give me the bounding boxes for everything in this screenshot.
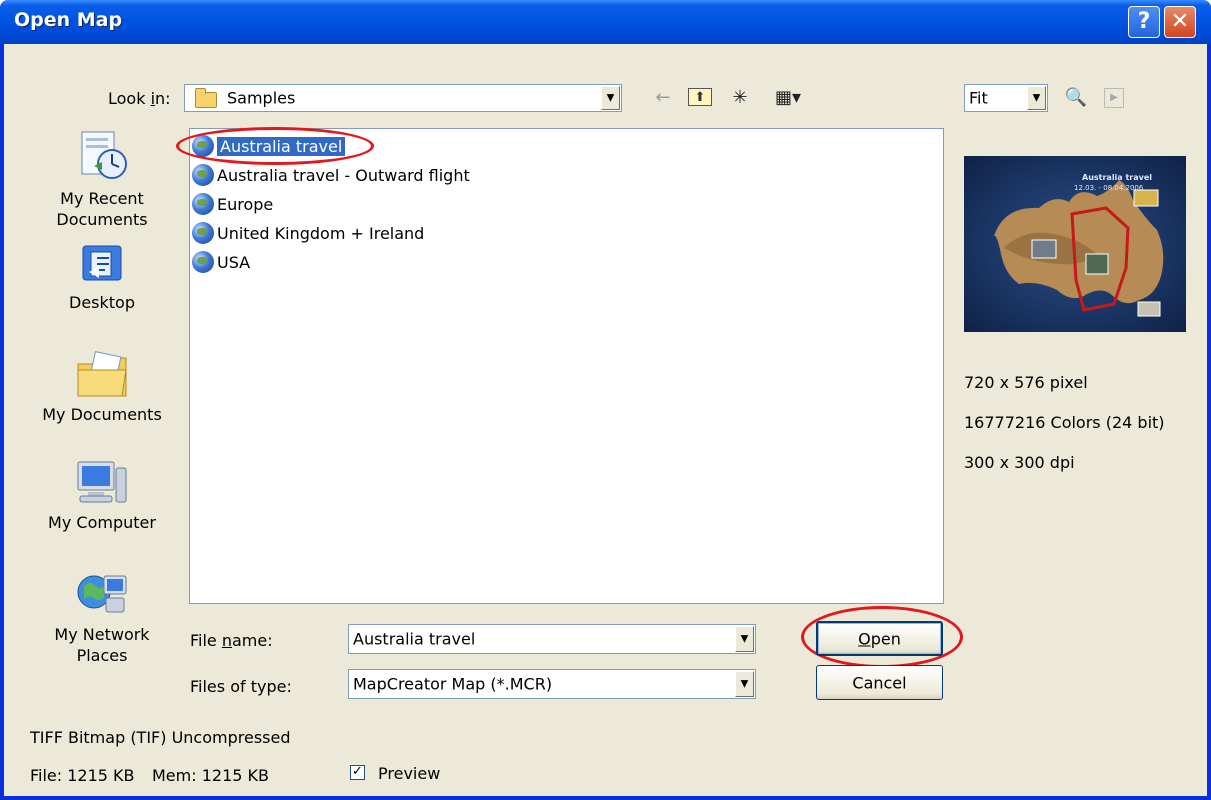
memory-size-status: Mem: 1215 KB	[152, 766, 269, 785]
place-recent-documents[interactable]: My Recent Documents	[32, 128, 172, 230]
file-name: USA	[217, 253, 251, 272]
chevron-down-icon: ▼	[1032, 92, 1041, 104]
place-my-computer[interactable]: My Computer	[32, 458, 172, 533]
place-network-places[interactable]: My Network Places	[32, 568, 172, 666]
file-name: Australia travel - Outward flight	[217, 166, 470, 185]
file-name-label: File name:	[190, 631, 273, 650]
image-colors: 16777216 Colors (24 bit)	[964, 413, 1165, 432]
preview-checkbox[interactable]: ✓	[350, 765, 365, 780]
look-in-value: Samples	[227, 88, 296, 108]
map-globe-icon	[192, 193, 214, 215]
desktop-icon	[82, 245, 122, 281]
title-bar[interactable]: Open Map ? ✕	[0, 0, 1211, 44]
list-item[interactable]: Europe	[192, 192, 273, 218]
inspect-preview-icon[interactable]: 🔍	[1062, 86, 1090, 110]
recent-documents-icon	[81, 131, 127, 179]
file-name: United Kingdom + Ireland	[217, 224, 425, 243]
folder-icon	[195, 88, 217, 108]
preview-checkbox-label[interactable]: Preview	[378, 764, 440, 783]
image-dpi: 300 x 300 dpi	[964, 453, 1075, 472]
map-globe-icon	[192, 251, 214, 273]
highlight-ellipse	[176, 127, 374, 165]
file-type-dropdown[interactable]: MapCreator Map (*.MCR) ▼	[348, 669, 756, 699]
file-name-dropdown-arrow[interactable]: ▼	[735, 626, 754, 652]
chevron-down-icon: ▼	[740, 678, 749, 690]
map-globe-icon	[192, 222, 214, 244]
preview-map-title: Australia travel	[1082, 173, 1152, 182]
file-name-value: Australia travel	[353, 629, 476, 649]
list-item[interactable]: Australia travel - Outward flight	[192, 163, 470, 189]
preview-map-dates: 12.03. - 08.04.2006	[1074, 184, 1144, 192]
chevron-down-icon: ▼	[606, 92, 615, 104]
file-list[interactable]: Australia travel Australia travel - Outw…	[189, 128, 944, 604]
file-type-label: Files of type:	[190, 677, 292, 696]
place-my-documents[interactable]: My Documents	[32, 348, 172, 425]
my-documents-icon	[77, 351, 127, 397]
chevron-down-icon: ▼	[740, 633, 749, 645]
file-name-input[interactable]: Australia travel ▼	[348, 624, 756, 654]
my-computer-icon	[77, 461, 127, 503]
cancel-button[interactable]: Cancel	[816, 665, 943, 700]
place-label: My Recent Documents	[56, 189, 148, 229]
map-preview-image: Australia travel 12.03. - 08.04.2006	[964, 156, 1186, 332]
place-label: My Network Places	[54, 625, 150, 665]
zoom-value: Fit	[969, 88, 988, 108]
open-button[interactable]: Open	[816, 621, 943, 656]
australia-map-thumbnail: Australia travel 12.03. - 08.04.2006	[964, 156, 1186, 332]
up-folder-icon[interactable]: ⬆	[688, 88, 712, 106]
close-button[interactable]: ✕	[1164, 6, 1196, 38]
zoom-dropdown[interactable]: Fit ▼	[964, 84, 1048, 112]
play-icon[interactable]: ▶	[1104, 88, 1124, 108]
file-size-status: File: 1215 KB	[30, 766, 135, 785]
open-map-dialog: Open Map ? ✕ Look in: Samples ▼ ← ⬆ ✳ ▦▾…	[0, 0, 1211, 800]
file-format-status: TIFF Bitmap (TIF) Uncompressed	[30, 728, 291, 747]
place-label: My Documents	[42, 405, 162, 424]
list-item[interactable]: USA	[192, 250, 250, 276]
window-title: Open Map	[14, 9, 123, 31]
file-type-dropdown-arrow[interactable]: ▼	[735, 671, 754, 697]
look-in-dropdown[interactable]: Samples ▼	[184, 84, 622, 112]
look-in-label: Look in:	[108, 89, 171, 108]
place-label: Desktop	[69, 293, 135, 312]
image-dimensions: 720 x 576 pixel	[964, 373, 1088, 392]
help-button[interactable]: ?	[1128, 6, 1160, 38]
network-places-icon	[77, 575, 127, 613]
map-globe-icon	[192, 164, 214, 186]
views-menu-icon[interactable]: ▦▾	[764, 86, 812, 110]
back-icon[interactable]: ←	[652, 86, 674, 110]
place-desktop[interactable]: Desktop	[32, 242, 172, 313]
new-folder-icon[interactable]: ✳	[726, 86, 754, 110]
look-in-dropdown-arrow[interactable]: ▼	[601, 86, 620, 110]
list-item[interactable]: United Kingdom + Ireland	[192, 221, 424, 247]
place-label: My Computer	[48, 513, 156, 532]
file-name: Europe	[217, 195, 274, 214]
zoom-dropdown-arrow[interactable]: ▼	[1027, 86, 1046, 110]
file-type-value: MapCreator Map (*.MCR)	[353, 674, 553, 694]
